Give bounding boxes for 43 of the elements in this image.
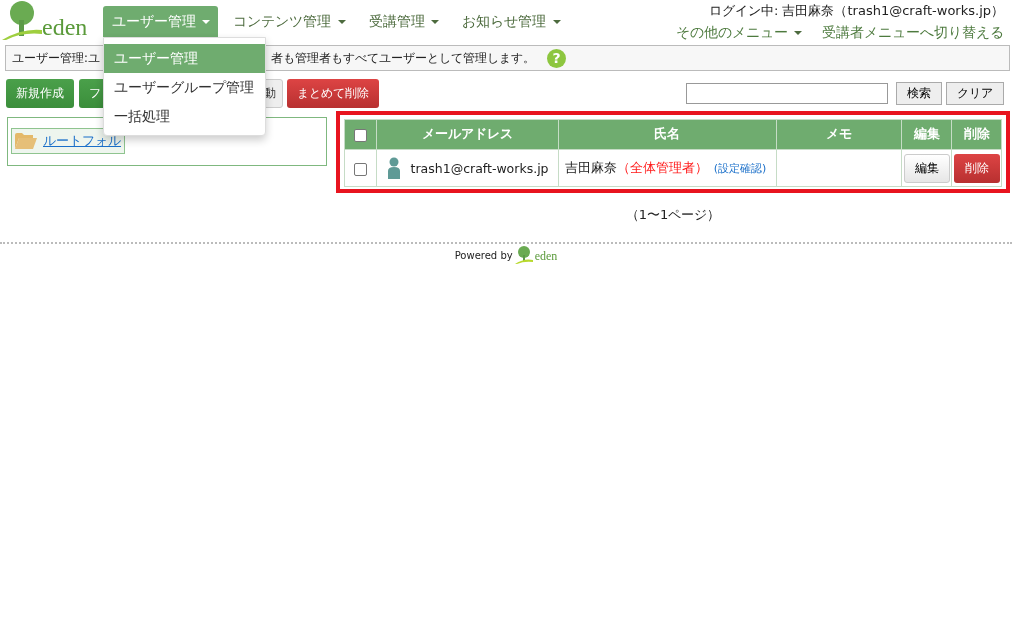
search-field[interactable] xyxy=(686,83,888,104)
column-header: メールアドレス xyxy=(376,119,559,150)
column-header: メモ xyxy=(776,119,902,150)
switch-link[interactable]: 受講者メニューへ切り替える xyxy=(822,24,1004,42)
folder-icon xyxy=(15,133,37,149)
dropdown-item[interactable]: 一括処理 xyxy=(104,102,265,131)
caret-icon xyxy=(431,20,440,24)
column-header: 削除 xyxy=(951,119,1002,150)
email-text: trash1@craft-works.jp xyxy=(410,160,549,176)
powered-by-text: Powered by xyxy=(454,250,513,261)
tree-icon xyxy=(514,246,533,264)
pagination-text: （1〜1ページ） xyxy=(624,206,722,224)
footer-logo: eden xyxy=(534,249,558,264)
column-header: 氏名 xyxy=(558,119,777,150)
column-header: 編集 xyxy=(901,119,952,150)
other-menu[interactable]: その他のメニュー xyxy=(675,24,802,42)
row-checkbox[interactable] xyxy=(353,162,367,176)
tree-icon xyxy=(2,0,42,40)
edit-button[interactable]: 編集 xyxy=(903,153,950,183)
delete-button[interactable]: 削除 xyxy=(953,153,1000,183)
info-text: 者も管理者もすべてユーザーとして管理します。 xyxy=(271,49,535,67)
nav-menu[interactable]: お知らせ管理 xyxy=(453,6,569,37)
dropdown-item[interactable]: ユーザーグループ管理 xyxy=(104,73,265,102)
logo[interactable]: eden xyxy=(42,14,88,40)
toolbar-button[interactable]: 新規作成 xyxy=(6,79,74,108)
caret-icon xyxy=(202,20,211,24)
select-all-checkbox[interactable] xyxy=(353,129,367,142)
user-name: 吉田麻奈 xyxy=(564,159,617,175)
caret-icon xyxy=(552,20,561,24)
user-icon xyxy=(386,157,401,179)
info-text: ユーザー管理:ユ xyxy=(12,50,101,66)
clear-button[interactable]: クリア xyxy=(946,82,1004,105)
search-button[interactable]: 検索 xyxy=(896,82,942,105)
toolbar-button[interactable]: まとめて削除 xyxy=(287,79,379,108)
folder-item[interactable]: ルートフォル xyxy=(11,128,125,154)
folder-link[interactable]: ルートフォル xyxy=(43,132,121,150)
login-status: ログイン中: 吉田麻奈（trash1@craft-works.jp） xyxy=(707,2,1004,20)
nav-menu[interactable]: コンテンツ管理 xyxy=(224,6,354,37)
settings-link[interactable]: (設定確認) xyxy=(713,161,767,175)
caret-icon xyxy=(794,31,802,35)
nav-menu[interactable]: 受講管理 xyxy=(359,6,448,37)
role-label: （全体管理者） xyxy=(616,159,708,175)
caret-icon xyxy=(337,20,346,24)
